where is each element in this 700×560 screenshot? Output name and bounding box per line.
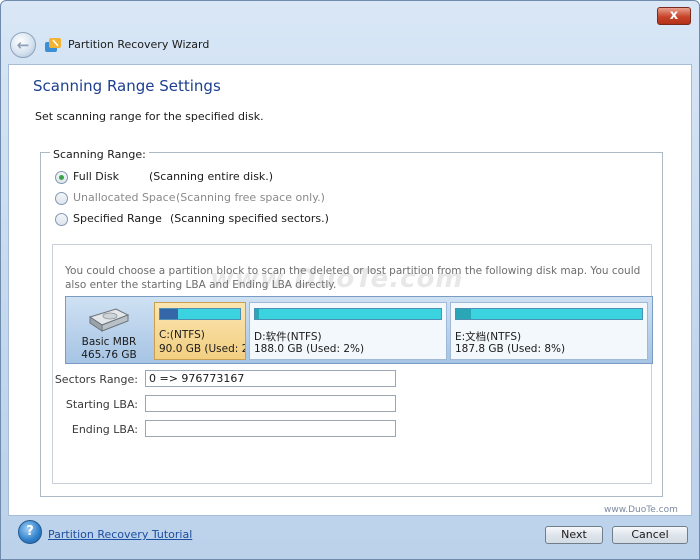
page-title: Scanning Range Settings: [33, 77, 221, 95]
partition-name: C:(NTFS): [159, 329, 205, 341]
partition-c[interactable]: C:(NTFS) 90.0 GB (Used: 22%): [154, 302, 246, 360]
radio-description: (Scanning specified sectors.): [170, 212, 329, 225]
sectors-range-label: Sectors Range:: [54, 373, 138, 386]
next-button[interactable]: Next: [545, 526, 603, 544]
partition-d[interactable]: D:软件(NTFS) 188.0 GB (Used: 2%): [249, 302, 447, 360]
usage-fill: [160, 309, 178, 319]
ending-lba-field[interactable]: [145, 420, 396, 437]
partition-name: D:软件(NTFS): [254, 331, 322, 343]
usage-fill: [255, 309, 259, 319]
partition-e[interactable]: E:文档(NTFS) 187.8 GB (Used: 8%): [450, 302, 648, 360]
radio-label: Specified Range: [73, 212, 162, 225]
starting-lba-label: Starting LBA:: [65, 398, 138, 411]
close-button[interactable]: x: [657, 7, 691, 25]
radio-button[interactable]: [55, 213, 68, 226]
radio-description: (Scanning entire disk.): [149, 170, 274, 183]
radio-label: Unallocated Space: [73, 191, 176, 204]
partition-size: 90.0 GB (Used: 22%): [159, 343, 245, 355]
ending-lba-label: Ending LBA:: [71, 423, 138, 436]
hard-disk-icon: [88, 308, 130, 332]
watermark-text: www.DuoTe.com: [210, 264, 464, 294]
cancel-button[interactable]: Cancel: [612, 526, 688, 544]
wizard-icon: [45, 38, 61, 52]
disk-name: Basic MBR: [81, 336, 137, 348]
close-icon: x: [669, 8, 679, 23]
tutorial-link[interactable]: Partition Recovery Tutorial: [48, 528, 192, 541]
radio-description: (Scanning free space only.): [176, 191, 325, 204]
starting-lba-field[interactable]: [145, 395, 396, 412]
sectors-range-field[interactable]: [145, 370, 396, 387]
page-subtitle: Set scanning range for the specified dis…: [35, 110, 264, 123]
partition-size: 188.0 GB (Used: 2%): [254, 343, 365, 355]
usage-fill: [456, 309, 471, 319]
corner-watermark: www.DuoTe.com: [604, 505, 678, 515]
scanning-range-label: Scanning Range:: [50, 148, 149, 161]
radio-button[interactable]: [55, 192, 68, 205]
back-button[interactable]: ←: [10, 32, 36, 58]
usage-bar: [455, 308, 643, 320]
radio-button[interactable]: [55, 171, 68, 184]
partition-size: 187.8 GB (Used: 8%): [455, 343, 566, 355]
help-icon[interactable]: ?: [18, 520, 42, 544]
back-arrow-icon: ←: [16, 36, 30, 54]
window-title: Partition Recovery Wizard: [68, 38, 210, 51]
disk-info[interactable]: Basic MBR 465.76 GB: [66, 297, 152, 363]
disk-size: 465.76 GB: [81, 349, 137, 361]
radio-label: Full Disk: [73, 170, 119, 183]
partition-name: E:文档(NTFS): [455, 331, 522, 343]
usage-bar: [159, 308, 241, 320]
usage-bar: [254, 308, 442, 320]
disk-map: Basic MBR 465.76 GB C:(NTFS) 90.0 GB (Us…: [65, 296, 653, 364]
